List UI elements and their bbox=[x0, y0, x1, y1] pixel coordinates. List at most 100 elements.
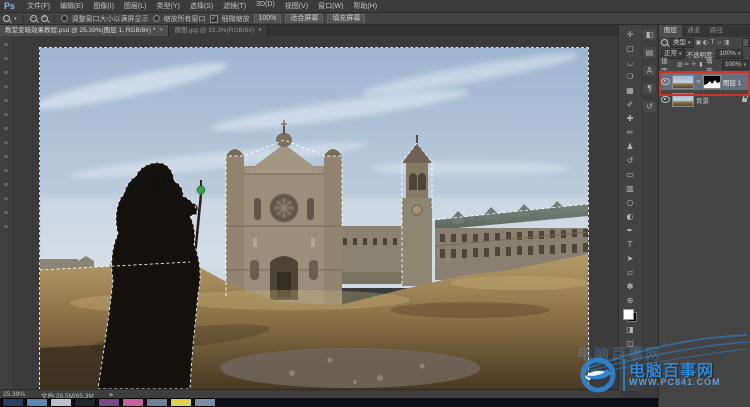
filmstrip-thumb-7[interactable] bbox=[146, 398, 168, 407]
menu-window[interactable]: 窗口(W) bbox=[313, 1, 348, 11]
menu-layer[interactable]: 图层(L) bbox=[119, 1, 152, 11]
tab-paths[interactable]: 路径 bbox=[705, 25, 728, 37]
layer-thumbnail[interactable] bbox=[672, 93, 694, 107]
filmstrip-thumb-1[interactable] bbox=[2, 398, 24, 407]
quick-mask-button[interactable]: ◨ bbox=[621, 322, 639, 336]
lasso-tool[interactable]: ◡ bbox=[621, 55, 639, 69]
layer-thumbnail[interactable] bbox=[672, 75, 694, 89]
visibility-eye-icon[interactable] bbox=[661, 78, 670, 85]
marquee-tool[interactable]: ▢ bbox=[621, 41, 639, 55]
foreground-color-swatch[interactable] bbox=[623, 309, 634, 320]
move-tool[interactable]: ✛ bbox=[621, 27, 639, 41]
actual-pixels-button[interactable]: 100% bbox=[254, 14, 282, 24]
visibility-eye-icon[interactable] bbox=[661, 96, 670, 103]
layer-mask-thumbnail[interactable] bbox=[703, 75, 721, 89]
fill-select[interactable]: 100% ▾ bbox=[722, 60, 749, 70]
brush-tool[interactable]: ✏ bbox=[621, 125, 639, 139]
zoom-out-icon[interactable]: - bbox=[30, 15, 37, 22]
filmstrip-thumb-4[interactable] bbox=[74, 398, 96, 407]
pen-tool[interactable]: ✒ bbox=[621, 223, 639, 237]
filter-type-layers-icon[interactable]: T bbox=[710, 39, 716, 46]
resize-windows-checkbox[interactable] bbox=[61, 15, 68, 22]
quick-selection-tool[interactable]: ❍ bbox=[621, 69, 639, 83]
menu-select[interactable]: 选择(S) bbox=[185, 1, 218, 11]
zoom-tool[interactable]: ⊕ bbox=[621, 293, 639, 307]
styles-panel-icon[interactable]: ▤ bbox=[643, 47, 656, 58]
status-arrow-icon[interactable]: ▶ bbox=[110, 392, 114, 398]
filter-shape-layers-icon[interactable]: ▱ bbox=[717, 39, 723, 46]
filmstrip-thumb-3[interactable] bbox=[50, 398, 72, 407]
divider bbox=[23, 15, 24, 23]
left-dock-tick: ▪ bbox=[3, 168, 9, 173]
lock-position-icon[interactable]: ✛ bbox=[691, 61, 697, 68]
history-brush-tool[interactable]: ↺ bbox=[621, 153, 639, 167]
path-selection-tool[interactable]: ➤ bbox=[621, 251, 639, 265]
tool-preset-arrow-icon[interactable]: ▾ bbox=[14, 16, 17, 22]
screen-mode-button[interactable]: ◫ bbox=[621, 336, 639, 350]
menu-help[interactable]: 帮助(H) bbox=[348, 1, 382, 11]
fill-screen-button[interactable]: 填充屏幕 bbox=[327, 14, 365, 24]
dodge-tool[interactable]: ◐ bbox=[621, 209, 639, 223]
type-tool[interactable]: T bbox=[621, 237, 639, 251]
adjustments-panel-icon[interactable]: ◧ bbox=[643, 29, 656, 40]
zoom-in-icon[interactable]: + bbox=[41, 15, 48, 22]
menu-image[interactable]: 图像(I) bbox=[88, 1, 119, 11]
shape-tool[interactable]: ▱ bbox=[621, 265, 639, 279]
menu-3d[interactable]: 3D(D) bbox=[251, 1, 280, 11]
character-panel-icon[interactable]: A bbox=[643, 65, 656, 76]
left-dock-tick: ▪ bbox=[3, 126, 9, 131]
clone-stamp-tool[interactable]: ♟ bbox=[621, 139, 639, 153]
layer-name[interactable]: 图层 1 bbox=[723, 77, 741, 87]
document-tab-inactive[interactable]: 原图.jpg @ 33.3%(RGB/8#) × bbox=[169, 25, 268, 36]
tab-layers[interactable]: 图层 bbox=[659, 25, 682, 37]
zoom-tool-icon[interactable] bbox=[3, 15, 10, 22]
fit-screen-button[interactable]: 适合屏幕 bbox=[285, 14, 323, 24]
menu-type[interactable]: 类型(Y) bbox=[151, 1, 184, 11]
lock-all-icon[interactable]: ▮ bbox=[698, 61, 704, 68]
hand-tool[interactable]: ✽ bbox=[621, 279, 639, 293]
filmstrip-thumb-6[interactable] bbox=[122, 398, 144, 407]
left-dock-tick: ▪ bbox=[3, 140, 9, 145]
left-dock-tick: ▪ bbox=[3, 224, 9, 229]
filmstrip-thumb-9[interactable] bbox=[194, 398, 216, 407]
toolbox: ✛▢◡❍▦✐✚✏♟↺▭▥○◐✒T➤▱✽⊕ ◨◫ bbox=[618, 25, 642, 391]
canvas-document[interactable] bbox=[40, 48, 588, 389]
eyedropper-tool[interactable]: ✐ bbox=[621, 97, 639, 111]
filter-adjustment-layers-icon[interactable]: ◐ bbox=[703, 39, 709, 46]
document-tab-active[interactable]: 教堂变暗效果教程.psd @ 25.39%(图层 1, RGB/8#) * × bbox=[0, 25, 169, 36]
healing-brush-tool[interactable]: ✚ bbox=[621, 111, 639, 125]
paragraph-panel-icon[interactable]: ¶ bbox=[643, 83, 656, 94]
zoom-level[interactable]: 25.39% bbox=[3, 391, 25, 398]
photoshop-window: Ps 文件(F)编辑(E)图像(I)图层(L)类型(Y)选择(S)滤镜(T)3D… bbox=[0, 0, 750, 407]
menu-file[interactable]: 文件(F) bbox=[22, 1, 55, 11]
lock-pixels-icon[interactable]: ✏ bbox=[684, 61, 690, 68]
crop-tool[interactable]: ▦ bbox=[621, 83, 639, 97]
opacity-select[interactable]: 100% ▾ bbox=[716, 49, 743, 59]
filter-pixel-layers-icon[interactable]: ▣ bbox=[696, 39, 702, 46]
menu-edit[interactable]: 编辑(E) bbox=[55, 1, 88, 11]
filmstrip-thumb-2[interactable] bbox=[26, 398, 48, 407]
filter-smart-objects-icon[interactable]: ◨ bbox=[724, 39, 730, 46]
tab-channels[interactable]: 通道 bbox=[682, 25, 705, 37]
filter-kind-select[interactable]: 类型 ▾ bbox=[670, 38, 694, 48]
lock-transparency-icon[interactable]: ▨ bbox=[677, 61, 683, 68]
filmstrip-thumb-8[interactable] bbox=[170, 398, 192, 407]
layer-name[interactable]: 背景 bbox=[696, 95, 709, 105]
layer-row-background[interactable]: 背景 bbox=[659, 92, 750, 107]
gradient-tool[interactable]: ▥ bbox=[621, 181, 639, 195]
close-icon[interactable]: × bbox=[159, 25, 163, 36]
panel-tab-bar: 图层 通道 路径 bbox=[659, 25, 750, 37]
eraser-tool[interactable]: ▭ bbox=[621, 167, 639, 181]
zoom-all-windows-checkbox[interactable] bbox=[153, 15, 160, 22]
layer-row-layer1[interactable]: ∞ 图层 1 bbox=[659, 73, 750, 90]
filmstrip-thumb-5[interactable] bbox=[98, 398, 120, 407]
color-swatches[interactable] bbox=[623, 309, 637, 322]
close-icon[interactable]: × bbox=[258, 25, 262, 36]
menu-view[interactable]: 视图(V) bbox=[280, 1, 313, 11]
history-panel-icon[interactable]: ↺ bbox=[643, 101, 656, 112]
lock-icon bbox=[742, 98, 747, 102]
scrubby-zoom-checkbox[interactable]: ✓ bbox=[210, 15, 218, 23]
menu-filter[interactable]: 滤镜(T) bbox=[218, 1, 251, 11]
filter-toggle[interactable] bbox=[742, 38, 749, 47]
blur-tool[interactable]: ○ bbox=[621, 195, 639, 209]
